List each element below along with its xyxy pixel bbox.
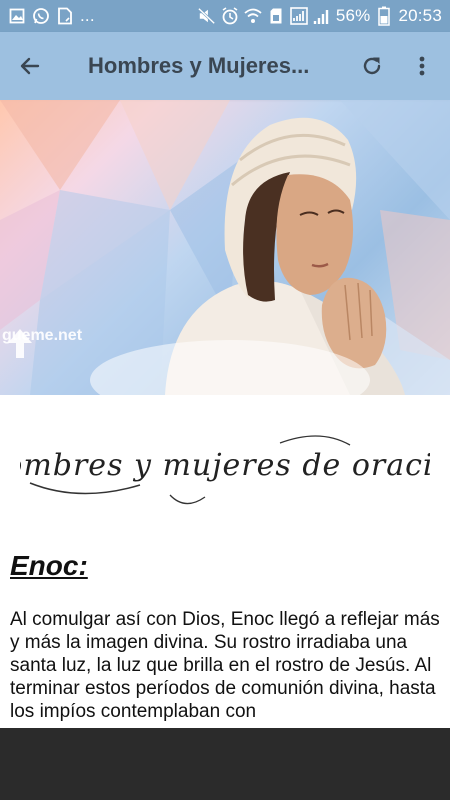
notification-overflow: ... <box>80 6 95 25</box>
whatsapp-icon <box>32 7 50 25</box>
status-bar: ... 56% 20:53 <box>0 0 450 32</box>
battery-percent: 56% <box>335 6 371 25</box>
app-bar: Hombres y Mujeres... <box>0 32 450 100</box>
sim-card-icon <box>267 7 285 25</box>
document-icon <box>56 7 74 25</box>
cell-signal-icon <box>313 7 331 25</box>
arrow-left-icon <box>20 57 40 75</box>
gallery-icon <box>8 7 26 25</box>
section-heading: Enoc: <box>10 550 88 581</box>
hero-image: gueme.net <box>0 100 450 395</box>
script-title-banner: Hombres y mujeres de oracion <box>20 435 430 505</box>
signal-box-icon <box>290 7 308 25</box>
watermark: gueme.net <box>2 325 82 358</box>
more-options-button[interactable] <box>398 42 446 90</box>
app-screen: ... 56% 20:53 Hombres y Mujeres... gueme… <box>0 0 450 800</box>
back-button[interactable] <box>6 42 54 90</box>
refresh-icon <box>363 57 381 75</box>
praying-woman-illustration <box>0 100 450 395</box>
alarm-icon <box>221 7 239 25</box>
page-title: Hombres y Mujeres... <box>88 53 310 78</box>
arrow-up-icon <box>8 329 32 358</box>
article-content: Hombres y mujeres de oracion Enoc: Al co… <box>0 395 450 728</box>
clock: 20:53 <box>398 6 442 25</box>
script-title-text: Hombres y mujeres de oracion <box>20 448 430 483</box>
status-left: ... <box>8 6 95 26</box>
more-vert-icon <box>419 56 425 76</box>
article-paragraph: Al comulgar así con Dios, Enoc llegó a r… <box>10 609 440 722</box>
navigation-bar <box>0 728 450 800</box>
battery-icon <box>375 6 393 26</box>
wifi-icon <box>244 7 262 25</box>
refresh-button[interactable] <box>348 42 396 90</box>
mute-icon <box>197 7 216 25</box>
status-right: 56% 20:53 <box>197 6 442 26</box>
